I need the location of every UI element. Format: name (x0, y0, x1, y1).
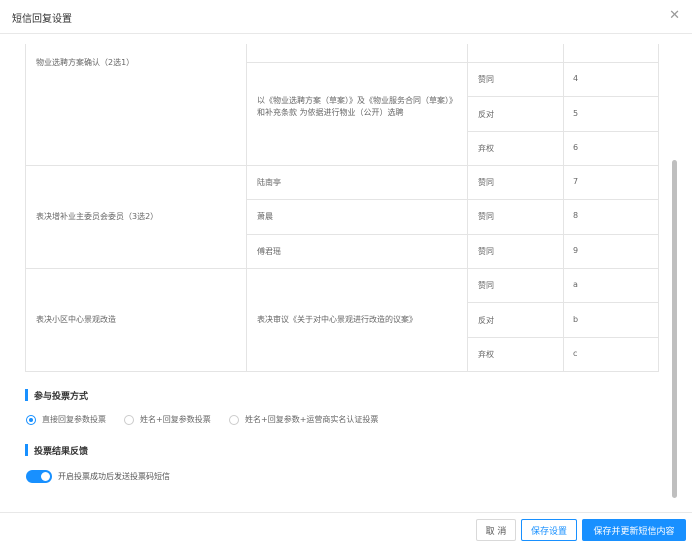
table-row-item: 以《物业选聘方案（草案）》及《物业服务合同（草案）》和补充条款 为依据进行物业（… (257, 96, 457, 117)
option-choice: 弃权 (478, 144, 494, 153)
radio-direct-reply[interactable]: 直接回复参数投票 (26, 414, 106, 425)
option-code: 4 (573, 74, 579, 83)
radio-name-reply-realname[interactable]: 姓名+回复参数+运营商实名认证投票 (229, 414, 378, 425)
table-row-topic: 表决增补业主委员会委员（3选2） (36, 212, 159, 221)
option-choice: 反对 (478, 110, 494, 119)
radio-dot[interactable] (124, 414, 134, 425)
cancel-button[interactable]: 取 消 (476, 519, 516, 541)
send-code-toggle[interactable] (26, 470, 52, 483)
radio-dot[interactable] (26, 414, 36, 425)
option-choice: 赞同 (478, 281, 494, 290)
radio-label: 姓名+回复参数投票 (140, 415, 211, 424)
modal-title: 短信回复设置 (12, 14, 72, 25)
option-code: 6 (573, 143, 579, 152)
option-code: 8 (573, 211, 579, 220)
save-and-update-button[interactable]: 保存并更新短信内容 (582, 519, 686, 541)
option-choice: 赞同 (478, 247, 494, 256)
candidate-name: 陆南亭 (257, 178, 281, 187)
toggle-label: 开启投票成功后发送投票码短信 (58, 472, 170, 481)
option-choice: 反对 (478, 316, 494, 325)
table-row-topic: 物业选聘方案确认（2选1） (36, 58, 135, 67)
modal-header: 短信回复设置 ✕ (0, 0, 692, 34)
option-choice: 赞同 (478, 212, 494, 221)
option-choice: 赞同 (478, 75, 494, 84)
toggle-knob (41, 472, 50, 481)
option-code: 5 (573, 109, 579, 118)
vote-method-title: 参与投票方式 (25, 389, 88, 402)
save-settings-button[interactable]: 保存设置 (521, 519, 577, 541)
scrollbar-thumb[interactable] (672, 160, 677, 498)
option-code: c (573, 349, 578, 358)
option-code: b (573, 315, 579, 324)
option-choice: 赞同 (478, 178, 494, 187)
radio-dot[interactable] (229, 414, 239, 425)
feedback-title: 投票结果反馈 (25, 444, 88, 457)
table-row-topic: 表决小区中心景观改造 (36, 315, 116, 324)
candidate-name: 萧晨 (257, 212, 273, 221)
option-code: 9 (573, 246, 579, 255)
close-icon[interactable]: ✕ (669, 9, 680, 22)
option-code: a (573, 280, 578, 289)
radio-label: 姓名+回复参数+运营商实名认证投票 (245, 415, 379, 424)
option-choice: 弃权 (478, 350, 494, 359)
candidate-name: 傅君瑶 (257, 247, 281, 256)
radio-name-reply[interactable]: 姓名+回复参数投票 (124, 414, 211, 425)
radio-label: 直接回复参数投票 (42, 415, 106, 424)
table-row-item: 表决审议《关于对中心景观进行改造的议案》 (257, 315, 417, 324)
option-code: 7 (573, 177, 579, 186)
